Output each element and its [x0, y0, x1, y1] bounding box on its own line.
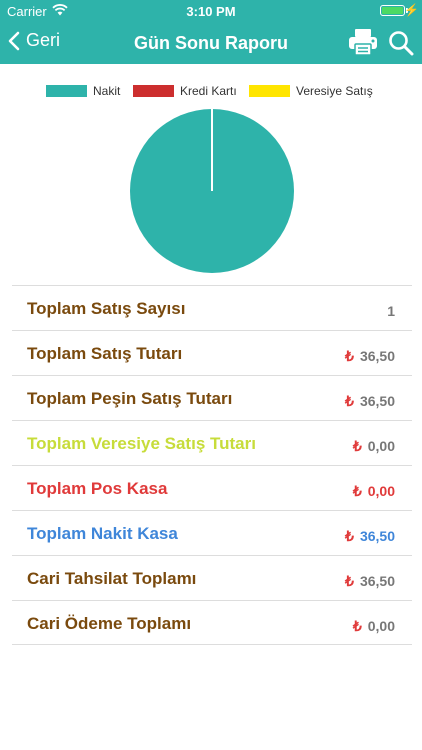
- amount: 0,00: [367, 438, 395, 454]
- summary-value: ₺ 36,50: [345, 393, 395, 410]
- search-icon[interactable]: [388, 30, 414, 61]
- summary-value: ₺ 36,50: [345, 573, 395, 590]
- chart-legend: Nakit Kredi Kartı Veresiye Satış: [0, 84, 422, 100]
- summary-label: Toplam Pos Kasa: [27, 479, 168, 498]
- navigation-bar: Geri Gün Sonu Raporu: [0, 22, 422, 64]
- pie-chart: [130, 109, 294, 273]
- legend-label: Kredi Kartı: [180, 84, 237, 98]
- currency-symbol: ₺: [345, 573, 354, 589]
- summary-row: Toplam Satış Sayısı 1: [12, 285, 412, 330]
- legend-swatch: [249, 85, 290, 97]
- amount: 1: [387, 303, 395, 319]
- currency-symbol: ₺: [345, 348, 354, 364]
- summary-row: Toplam Peşin Satış Tutarı ₺ 36,50: [12, 375, 412, 420]
- legend-label: Nakit: [93, 84, 121, 98]
- summary-value: 1: [387, 303, 395, 319]
- summary-label: Cari Ödeme Toplamı: [27, 614, 192, 633]
- amount: 36,50: [359, 393, 395, 409]
- currency-symbol: ₺: [352, 618, 362, 634]
- amount: 36,50: [359, 348, 395, 364]
- summary-label: Toplam Peşin Satış Tutarı: [27, 389, 233, 408]
- currency-symbol: ₺: [352, 438, 362, 454]
- currency-symbol: ₺: [345, 393, 354, 409]
- summary-row: Toplam Veresiye Satış Tutarı ₺ 0,00: [12, 420, 412, 465]
- status-bar: Carrier 3:10 PM ⚡: [0, 0, 422, 22]
- legend-swatch: [133, 85, 174, 97]
- legend-item-kredi-karti: Kredi Kartı: [133, 84, 237, 98]
- amount: 0,00: [367, 483, 395, 499]
- top-bar: Carrier 3:10 PM ⚡ Geri Gün Sonu Raporu: [0, 0, 422, 64]
- summary-row: Toplam Nakit Kasa ₺ 36,50: [12, 510, 412, 555]
- amount: 36,50: [359, 528, 395, 544]
- summary-value: ₺ 0,00: [353, 618, 395, 635]
- summary-label: Toplam Nakit Kasa: [27, 524, 178, 543]
- summary-value: ₺ 0,00: [353, 483, 395, 500]
- summary-row: Toplam Pos Kasa ₺ 0,00: [12, 465, 412, 510]
- summary-row: Toplam Satış Tutarı ₺ 36,50: [12, 330, 412, 375]
- summary-label: Cari Tahsilat Toplamı: [27, 569, 197, 588]
- legend-item-nakit: Nakit: [46, 84, 120, 98]
- summary-value: ₺ 36,50: [345, 528, 395, 545]
- status-time: 3:10 PM: [186, 4, 236, 19]
- summary-value: ₺ 0,00: [353, 438, 395, 455]
- battery-icon: [380, 5, 405, 16]
- legend-item-veresiye-satis: Veresiye Satış: [249, 84, 373, 98]
- summary-row: Cari Ödeme Toplamı ₺ 0,00: [12, 600, 412, 645]
- printer-icon[interactable]: [348, 28, 378, 61]
- summary-value: ₺ 36,50: [345, 348, 395, 365]
- legend-label: Veresiye Satış: [296, 84, 373, 98]
- summary-label: Toplam Satış Sayısı: [27, 299, 186, 318]
- amount: 0,00: [367, 618, 395, 634]
- summary-row: Cari Tahsilat Toplamı ₺ 36,50: [12, 555, 412, 600]
- summary-label: Toplam Satış Tutarı: [27, 344, 183, 363]
- summary-label: Toplam Veresiye Satış Tutarı: [27, 434, 256, 453]
- charging-icon: ⚡: [404, 3, 419, 17]
- currency-symbol: ₺: [352, 483, 362, 499]
- summary-list: Toplam Satış Sayısı 1 Toplam Satış Tutarı ₺…: [12, 285, 412, 645]
- amount: 36,50: [359, 573, 395, 589]
- legend-swatch: [46, 85, 87, 97]
- currency-symbol: ₺: [345, 528, 354, 544]
